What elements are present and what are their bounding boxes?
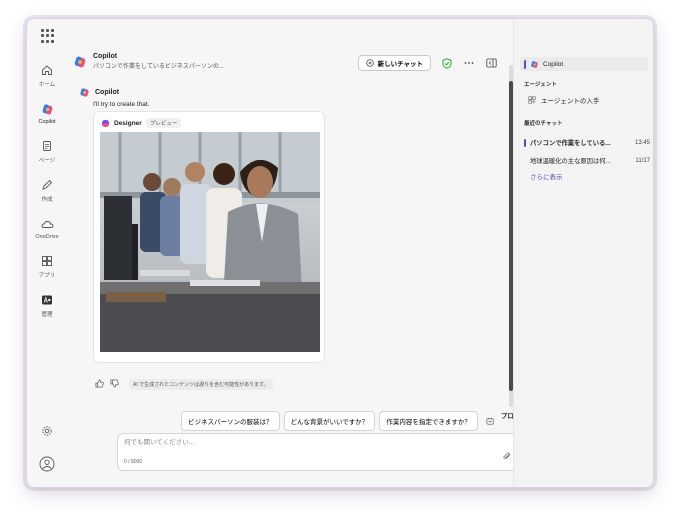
suggestion-chip[interactable]: 作業内容を指定できますか？ [379, 411, 478, 431]
author-name: Copilot [95, 89, 120, 96]
rail-item-copilot[interactable]: Copilot [29, 100, 65, 125]
generated-image[interactable] [100, 132, 320, 352]
app-window: ホーム Copilot ページ 作成 OneDrive アプリ 管理 Copil… [26, 18, 654, 488]
copilot-logo-icon [73, 55, 87, 69]
rail-item-create[interactable]: 作成 [29, 176, 65, 203]
suggestion-chip[interactable]: ビジネスパーソンの服装は？ [181, 411, 280, 431]
prompts-icon [486, 417, 494, 425]
card-header: Designer プレビュー [101, 118, 182, 128]
show-more-link[interactable]: さらに表示 [530, 171, 563, 181]
recent-chat-time: 11/17 [635, 157, 650, 164]
thumbs-up-icon[interactable] [95, 375, 104, 393]
message-author: Copilot [79, 87, 119, 98]
char-count: 0 / 8000 [124, 459, 143, 465]
agents-section-title: エージェント [524, 82, 557, 88]
active-indicator [524, 59, 526, 69]
app-launcher-icon[interactable] [40, 29, 54, 43]
new-chat-button[interactable]: 新しいチャット [357, 55, 431, 71]
rail-label: Copilot [38, 119, 56, 125]
rail-label: 管理 [41, 312, 53, 318]
page-icon [38, 137, 56, 155]
admin-icon [38, 291, 56, 309]
card-title: Designer [114, 119, 142, 127]
new-chat-icon [365, 59, 374, 67]
onedrive-icon [38, 215, 56, 233]
side-panel-toggle-icon[interactable] [485, 57, 497, 69]
settings-icon[interactable] [41, 424, 53, 442]
recent-chat-title: パソコンで作業をしている... [530, 140, 611, 147]
attach-icon[interactable] [502, 448, 511, 466]
get-agents-item[interactable]: エージェントの入手 [528, 95, 599, 105]
recent-chat-item[interactable]: パソコンで作業をしている... 13:45 [524, 138, 650, 147]
chat-main: Copilot パソコンで作業をしているビジネスパーソンの... 新しいチャット [67, 19, 553, 487]
feedback-row: AI で生成されたコンテンツは誤りを含む可能性があります。 [95, 375, 273, 393]
rail-item-page[interactable]: ページ [29, 137, 65, 164]
ai-disclaimer: AI で生成されたコンテンツは誤りを含む可能性があります。 [129, 378, 273, 390]
copilot-icon [38, 100, 56, 118]
more-options-icon[interactable] [463, 57, 475, 69]
get-agents-label: エージェントの入手 [541, 98, 600, 105]
suggestion-chip[interactable]: どんな背景がいいですか？ [283, 411, 376, 431]
suggestion-row: ビジネスパーソンの服装は？ どんな背景がいいですか？ 作業内容を指定できますか？… [181, 411, 555, 431]
home-icon [38, 61, 56, 79]
designer-logo-icon [101, 119, 110, 127]
apps-icon [528, 96, 536, 104]
shield-icon[interactable] [441, 57, 453, 69]
recent-chat-item[interactable]: 地球温暖化の主な原因は何... 11/17 [524, 156, 650, 166]
recent-chat-title: 地球温暖化の主な原因は何... [530, 158, 611, 165]
rail-bottom [27, 424, 67, 477]
rail-item-admin[interactable]: 管理 [29, 291, 65, 318]
rail-label: アプリ [38, 273, 56, 279]
apps-icon [38, 252, 56, 270]
header-actions: 新しいチャット [357, 55, 497, 71]
designer-card: Designer プレビュー [93, 111, 325, 363]
rail-label: OneDrive [35, 234, 59, 240]
chat-subtitle: パソコンで作業をしているビジネスパーソンの... [93, 64, 224, 70]
panel-copilot-label: Copilot [543, 60, 564, 68]
copilot-icon [531, 60, 538, 68]
recent-chat-time: 13:45 [634, 139, 650, 146]
recent-chats-title: 最近のチャット [524, 121, 563, 127]
rail-label: ページ [38, 158, 56, 164]
rail-item-home[interactable]: ホーム [29, 61, 65, 88]
message-text: I'll try to create that. [93, 101, 150, 108]
thumbs-down-icon[interactable] [110, 375, 119, 393]
rail-item-apps[interactable]: アプリ [29, 252, 65, 279]
rail-label: ホーム [38, 82, 56, 88]
page-title: Copilot [93, 53, 118, 60]
rail-item-onedrive[interactable]: OneDrive [29, 215, 65, 240]
right-panel: Copilot エージェント エージェントの入手 最近のチャット パソコンで作業… [513, 19, 653, 487]
panel-item-copilot[interactable]: Copilot [520, 57, 648, 71]
create-icon [38, 176, 56, 194]
new-chat-label: 新しいチャット [377, 61, 423, 68]
message-composer: 0 / 8000 [117, 433, 535, 471]
copilot-icon [80, 88, 89, 97]
chat-input[interactable] [124, 439, 484, 446]
left-rail: ホーム Copilot ページ 作成 OneDrive アプリ 管理 [27, 19, 67, 487]
chat-header: Copilot パソコンで作業をしているビジネスパーソンの... [73, 53, 224, 70]
avatar[interactable] [39, 456, 55, 477]
preview-badge: プレビュー [145, 118, 182, 128]
rail-label: 作成 [41, 197, 53, 203]
